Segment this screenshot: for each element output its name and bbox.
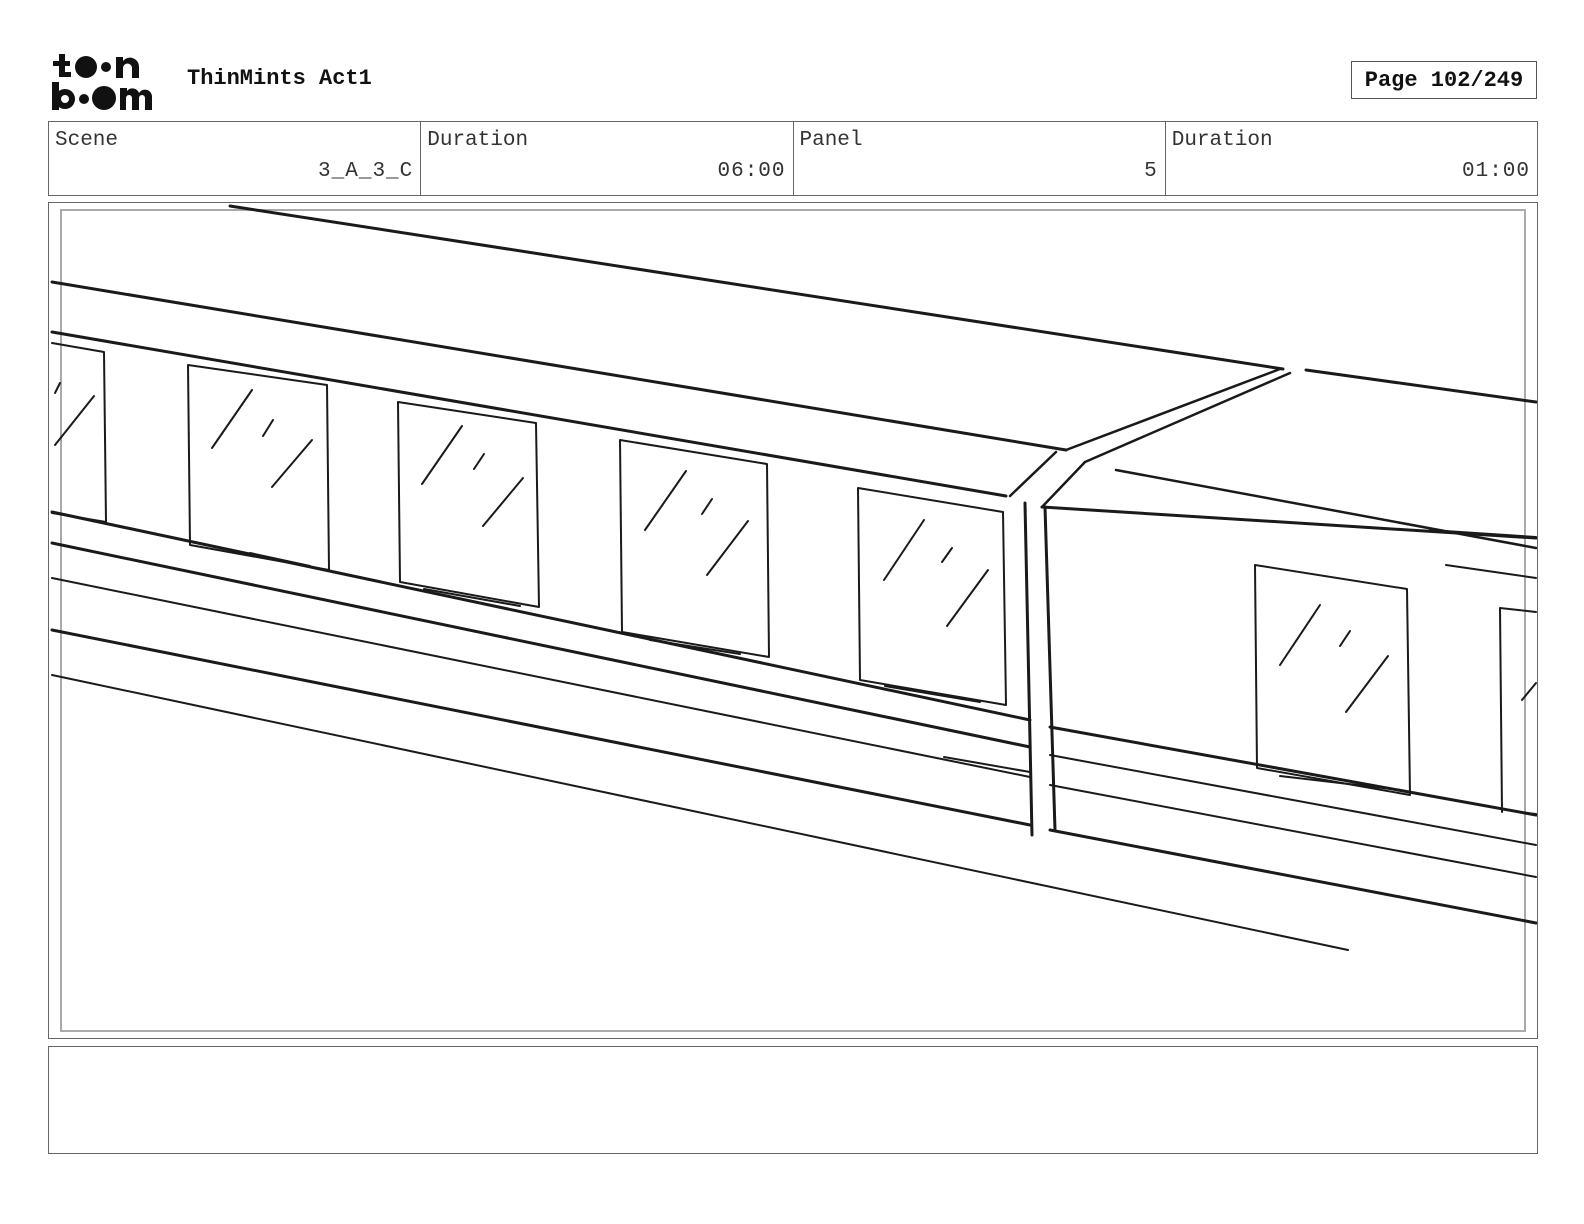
panel-cell: Panel 5 (794, 122, 1166, 195)
scene-duration-cell: Duration 06:00 (421, 122, 794, 195)
scene-duration-label: Duration (427, 129, 529, 152)
scene-label: Scene (55, 129, 119, 152)
document-title: ThinMints Act1 (187, 66, 372, 91)
panel-duration-value: 01:00 (1461, 160, 1530, 183)
scene-duration-value: 06:00 (717, 160, 786, 183)
scene-value: 3_A_3_C (318, 160, 414, 183)
notes-box (48, 1046, 1538, 1154)
scene-cell: Scene 3_A_3_C (49, 122, 422, 195)
panel-duration-cell: Duration 01:00 (1166, 122, 1537, 195)
page-indicator: Page 102/249 (1351, 61, 1537, 99)
storyboard-sketch (50, 204, 1537, 951)
toon-boom-logo (52, 54, 153, 110)
panel-duration-label: Duration (1171, 129, 1273, 152)
panel-label: Panel (799, 129, 863, 152)
panel-value: 5 (1144, 160, 1158, 183)
scene-info-table: Scene 3_A_3_C Duration 06:00 Panel 5 Dur… (48, 121, 1538, 196)
